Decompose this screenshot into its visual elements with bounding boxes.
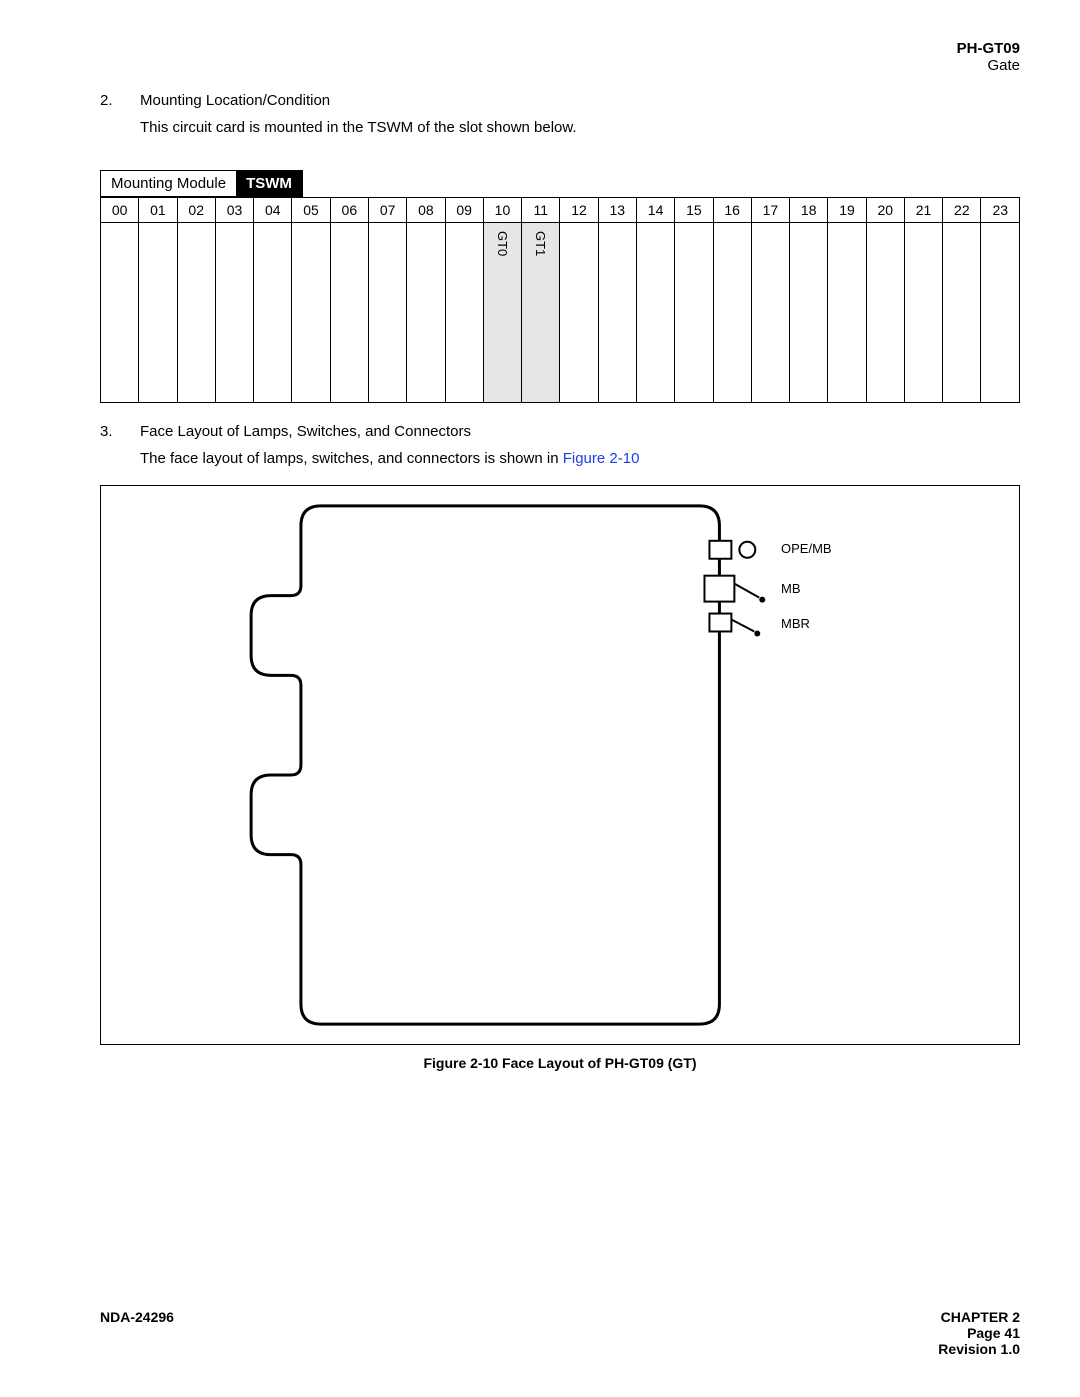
- slot-cell: [215, 223, 253, 403]
- slot-header: 13: [598, 198, 636, 223]
- slot-cell: [445, 223, 483, 403]
- slot-cell: [866, 223, 904, 403]
- slot-header: 06: [330, 198, 368, 223]
- slot-cell: [177, 223, 215, 403]
- slot-header: 03: [215, 198, 253, 223]
- model-subtitle: Gate: [100, 57, 1020, 74]
- slot-header: 08: [407, 198, 445, 223]
- slot-cell: [828, 223, 866, 403]
- slot-cell: [598, 223, 636, 403]
- slot-header: 10: [483, 198, 521, 223]
- connector-label-mb: MB: [781, 581, 801, 596]
- chapter-label: CHAPTER 2: [938, 1309, 1020, 1325]
- slot-header: 05: [292, 198, 330, 223]
- slot-cell: [368, 223, 406, 403]
- slot-cell: [943, 223, 981, 403]
- section-title: Face Layout of Lamps, Switches, and Conn…: [140, 423, 1020, 440]
- slot-header: 15: [675, 198, 713, 223]
- section-body: This circuit card is mounted in the TSWM…: [100, 119, 1020, 136]
- slot-header: 09: [445, 198, 483, 223]
- slot-header: 00: [101, 198, 139, 223]
- mounting-module-label: Mounting Module: [101, 171, 236, 196]
- section-3: 3. Face Layout of Lamps, Switches, and C…: [100, 423, 1020, 467]
- slot-header: 22: [943, 198, 981, 223]
- slot-cell-gt1: GT1: [522, 223, 560, 403]
- slot-table: 00 01 02 03 04 05 06 07 08 09 10 11 12 1…: [100, 197, 1020, 403]
- slot-header: 17: [751, 198, 789, 223]
- figure-2-10: OPE/MB MB MBR: [100, 485, 1020, 1045]
- slot-header: 20: [866, 198, 904, 223]
- slot-header: 14: [636, 198, 674, 223]
- slot-header: 23: [981, 198, 1020, 223]
- page-footer: NDA-24296 CHAPTER 2 Page 41 Revision 1.0: [100, 1309, 1020, 1357]
- figure-link[interactable]: Figure 2-10: [563, 450, 640, 467]
- slot-cell-gt0: GT0: [483, 223, 521, 403]
- slot-cell: [407, 223, 445, 403]
- slot-header: 16: [713, 198, 751, 223]
- slot-header: 19: [828, 198, 866, 223]
- section-2: 2. Mounting Location/Condition This circ…: [100, 92, 1020, 136]
- revision-label: Revision 1.0: [938, 1341, 1020, 1357]
- section-number: 2.: [100, 92, 140, 109]
- slot-cell: [139, 223, 177, 403]
- slot-header: 12: [560, 198, 598, 223]
- mounting-module-header: Mounting Module TSWM: [100, 170, 303, 197]
- slot-header: 04: [254, 198, 292, 223]
- section-number: 3.: [100, 423, 140, 440]
- slot-header-row: 00 01 02 03 04 05 06 07 08 09 10 11 12 1…: [101, 198, 1020, 223]
- page-header: PH-GT09 Gate: [100, 40, 1020, 74]
- section-body: The face layout of lamps, switches, and …: [100, 450, 1020, 467]
- slot-label: GT1: [533, 231, 548, 256]
- board-outline-icon: [101, 486, 1019, 1044]
- slot-cell: [904, 223, 942, 403]
- slot-header: 01: [139, 198, 177, 223]
- section-title: Mounting Location/Condition: [140, 92, 1020, 109]
- body-text: The face layout of lamps, switches, and …: [140, 450, 563, 467]
- slot-cell: [981, 223, 1020, 403]
- slot-cell: [751, 223, 789, 403]
- slot-cell: [560, 223, 598, 403]
- slot-cell: [713, 223, 751, 403]
- slot-cell: [101, 223, 139, 403]
- slot-cell: [292, 223, 330, 403]
- mounting-module-name: TSWM: [236, 171, 302, 196]
- slot-cell: [790, 223, 828, 403]
- slot-header: 11: [522, 198, 560, 223]
- page-number: Page 41: [938, 1325, 1020, 1341]
- slot-cell: [675, 223, 713, 403]
- connector-label-ope-mb: OPE/MB: [781, 541, 832, 556]
- model-number: PH-GT09: [100, 40, 1020, 57]
- slot-cell: [254, 223, 292, 403]
- doc-number: NDA-24296: [100, 1309, 174, 1357]
- slot-header: 21: [904, 198, 942, 223]
- slot-cell: [330, 223, 368, 403]
- slot-label: GT0: [495, 231, 510, 256]
- slot-header: 07: [368, 198, 406, 223]
- connector-label-mbr: MBR: [781, 616, 810, 631]
- slot-cell: [636, 223, 674, 403]
- slot-header: 02: [177, 198, 215, 223]
- slot-header: 18: [790, 198, 828, 223]
- slot-body-row: GT0 GT1: [101, 223, 1020, 403]
- figure-caption: Figure 2-10 Face Layout of PH-GT09 (GT): [100, 1055, 1020, 1071]
